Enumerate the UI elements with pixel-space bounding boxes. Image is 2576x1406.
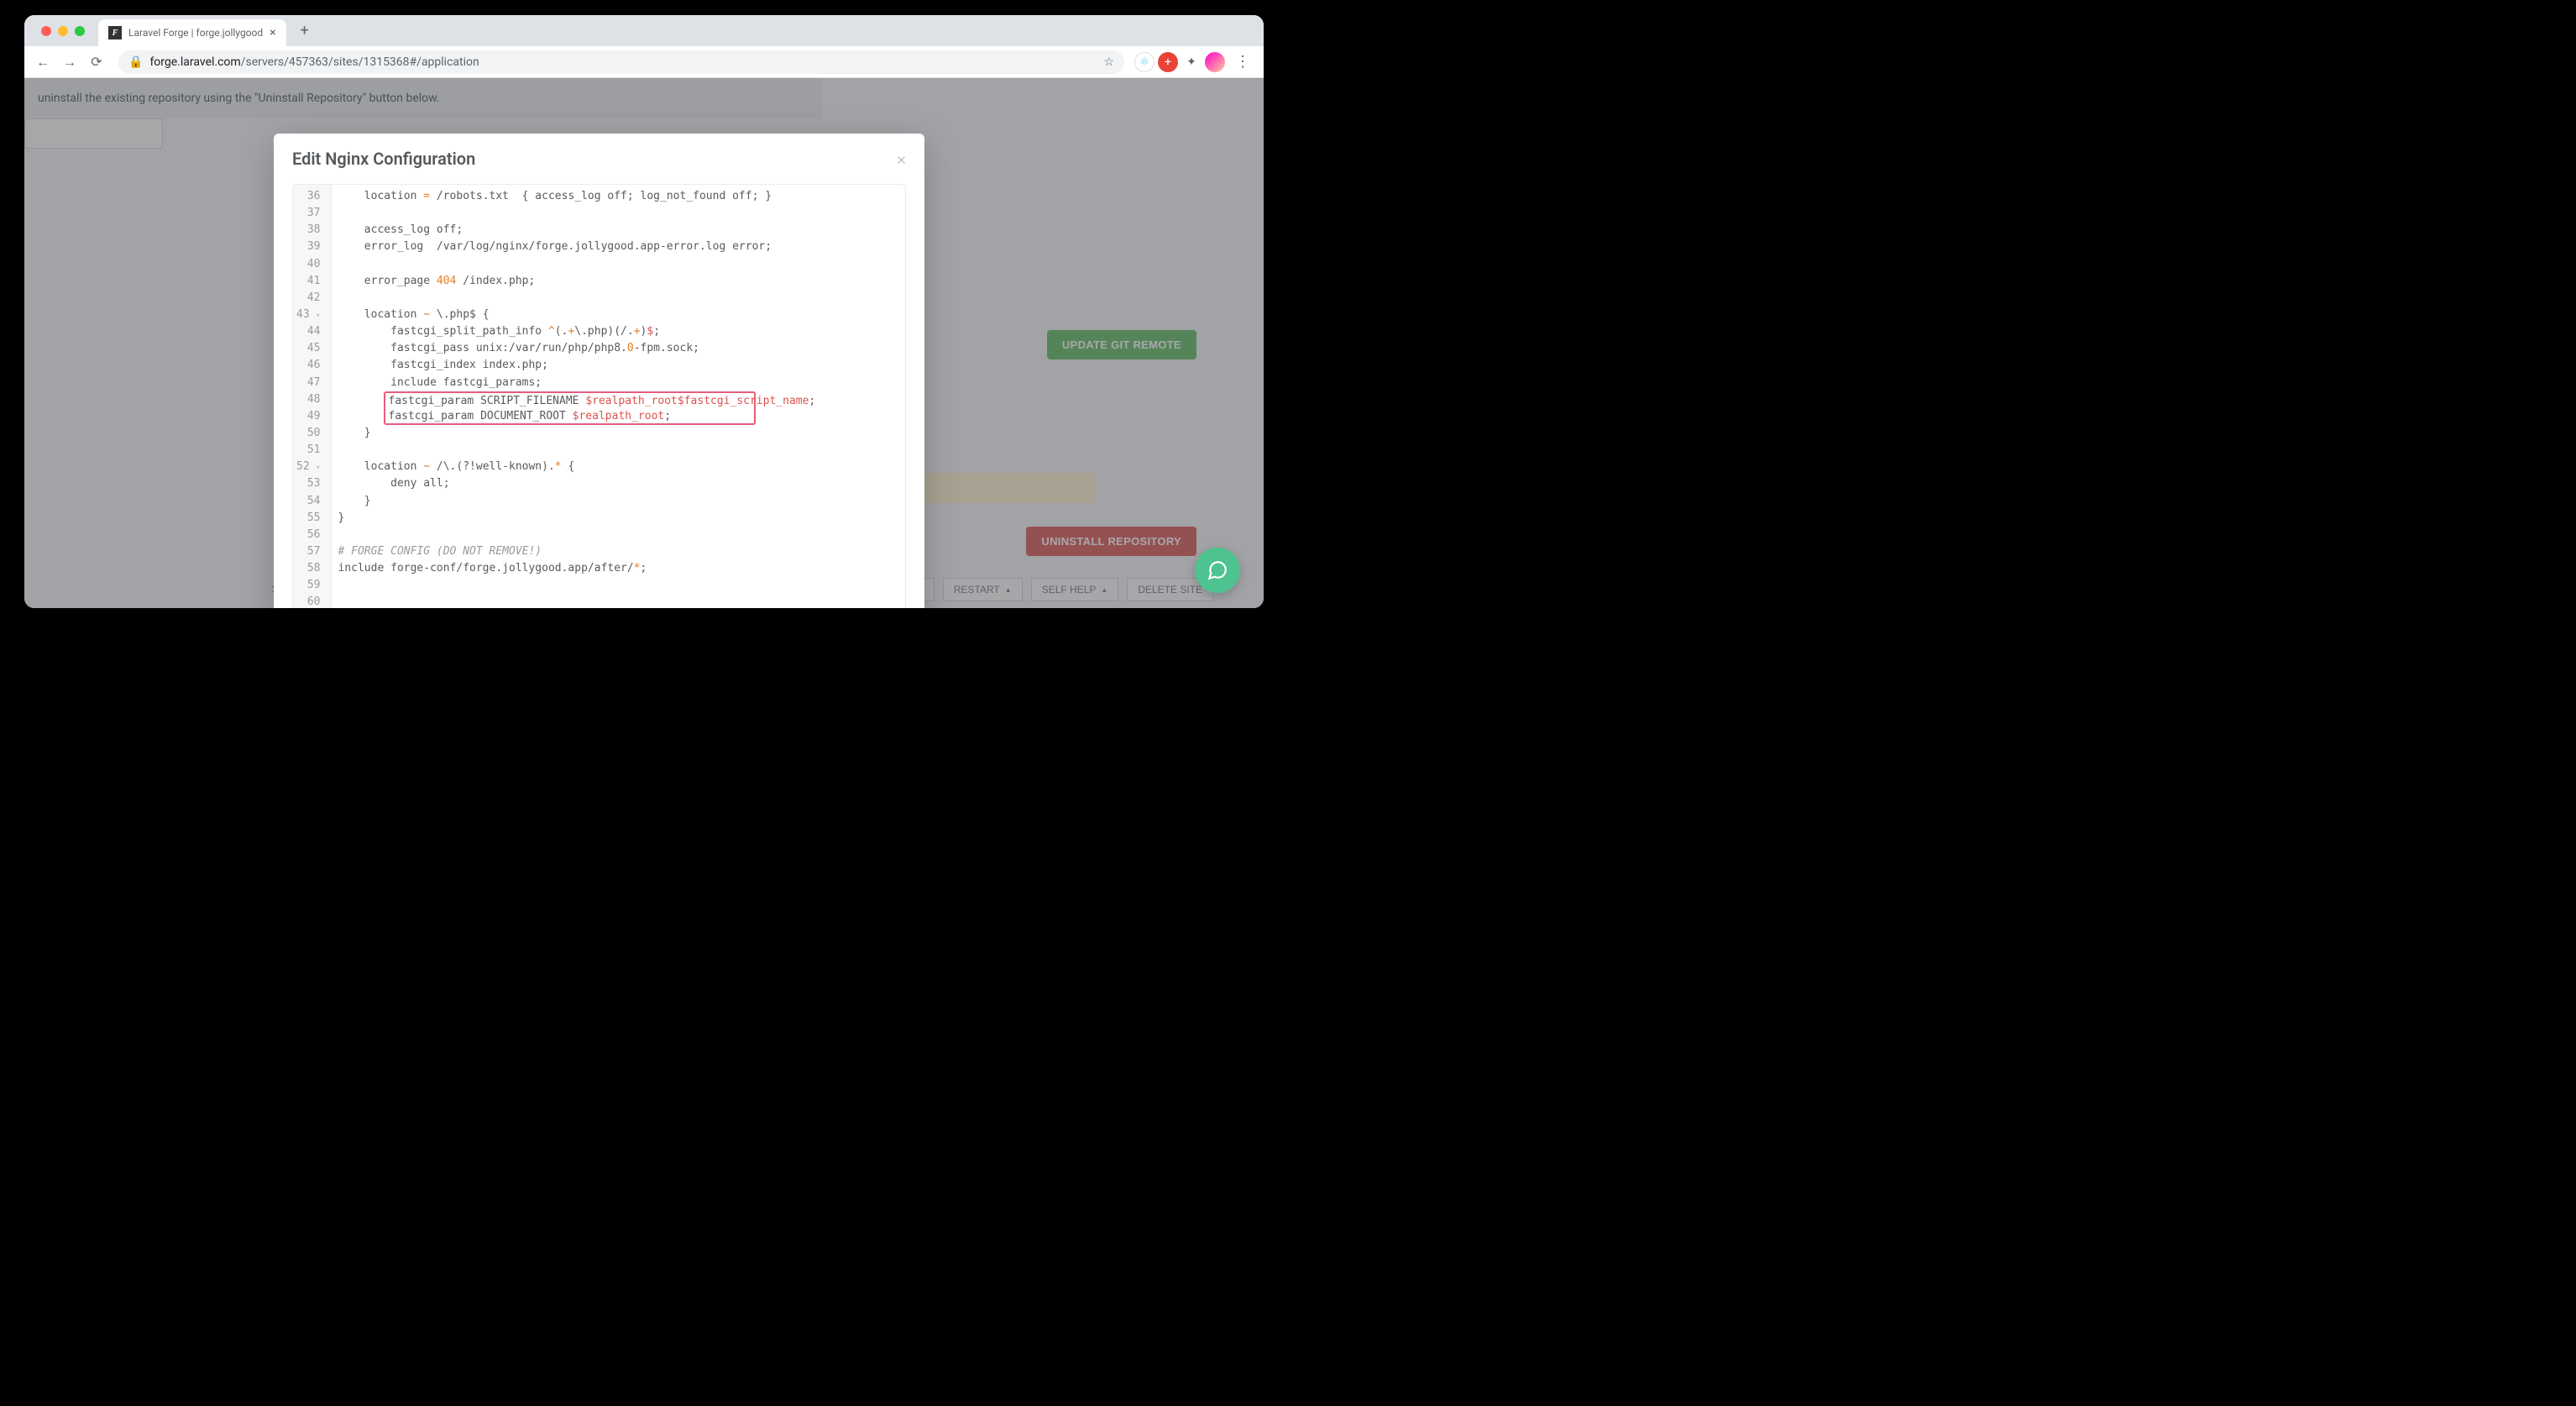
nav-reload-button[interactable]: ⟳ [85,50,108,74]
chat-icon [1207,559,1228,581]
line-number: 49 [296,408,324,425]
nav-forward-button[interactable]: → [58,50,81,74]
line-number: 55 [296,510,324,527]
url-host: forge.laravel.com [149,55,240,69]
code-line: fastcgi_pass unix:/var/run/php/php8.0-fp… [338,340,899,357]
tab-title: Laravel Forge | forge.jollygood [128,27,263,39]
browser-menu-icon[interactable]: ⋮ [1228,53,1257,71]
lock-icon: 🔒 [128,55,143,69]
tab-close-icon[interactable]: × [270,26,275,39]
nav-back-button[interactable]: ← [31,50,55,74]
line-number: 56 [296,527,324,543]
line-gutter: 3637383940414243 ▾444546474849505152 ▾53… [293,185,332,608]
window-controls [31,26,95,36]
browser-toolbar: ← → ⟳ 🔒 forge.laravel.com/servers/457363… [24,46,1264,78]
code-line: fastcgi_split_path_info ^(.+\.php)(/.+)$… [338,323,899,340]
line-number: 38 [296,222,324,239]
line-number: 52 ▾ [296,459,324,475]
code-line: location ~ /\.(?!well-known).* { [338,459,899,475]
extension-icon[interactable]: + [1158,52,1178,72]
window-maximize-icon[interactable] [75,26,85,36]
code-editor[interactable]: 3637383940414243 ▾444546474849505152 ▾53… [292,184,906,608]
code-line [338,594,899,608]
line-number: 60 [296,594,324,608]
code-line [338,256,899,273]
line-number: 53 [296,475,324,492]
line-number: 41 [296,273,324,290]
code-line: fastcgi_param SCRIPT_FILENAME $realpath_… [384,391,757,408]
modal-close-button[interactable]: × [898,149,906,169]
code-line [338,290,899,307]
code-line [338,442,899,459]
code-line: location = /robots.txt { access_log off;… [338,188,899,205]
code-line [338,205,899,222]
code-line: fastcgi_param DOCUMENT_ROOT $realpath_ro… [384,408,757,425]
line-number: 46 [296,357,324,374]
line-number: 59 [296,577,324,594]
line-number: 42 [296,290,324,307]
line-number: 48 [296,391,324,408]
page-content: uninstall the existing repository using … [24,78,1264,608]
code-line: deny all; [338,475,899,492]
tab-bar: F Laravel Forge | forge.jollygood × + [24,15,1264,46]
line-number: 57 [296,543,324,560]
edit-nginx-modal: Edit Nginx Configuration × 3637383940414… [274,134,924,608]
code-line: location ~ \.php$ { [338,307,899,323]
line-number: 58 [296,560,324,577]
line-number: 44 [296,323,324,340]
window-close-icon[interactable] [41,26,51,36]
line-number: 51 [296,442,324,459]
modal-title: Edit Nginx Configuration [292,149,475,169]
code-line: } [338,510,899,527]
line-number: 47 [296,375,324,391]
address-bar[interactable]: 🔒 forge.laravel.com/servers/457363/sites… [118,50,1124,74]
modal-header: Edit Nginx Configuration × [274,134,924,177]
line-number: 39 [296,239,324,255]
code-line: include fastcgi_params; [338,375,899,391]
code-line: error_page 404 /index.php; [338,273,899,290]
code-line [338,527,899,543]
code-line: access_log off; [338,222,899,239]
favicon-icon: F [108,26,122,39]
line-number: 50 [296,425,324,442]
code-line: # FORGE CONFIG (DO NOT REMOVE!) [338,543,899,560]
code-line: fastcgi_index index.php; [338,357,899,374]
bookmark-star-icon[interactable]: ☆ [1103,55,1114,69]
react-devtools-icon[interactable]: ⚛ [1134,52,1154,72]
help-chat-button[interactable] [1195,548,1240,593]
window-minimize-icon[interactable] [58,26,68,36]
code-line: } [338,425,899,442]
code-line [338,577,899,594]
line-number: 43 ▾ [296,307,324,323]
profile-avatar[interactable] [1205,52,1225,72]
line-number: 36 [296,188,324,205]
code-line: error_log /var/log/nginx/forge.jollygood… [338,239,899,255]
line-number: 45 [296,340,324,357]
browser-window: F Laravel Forge | forge.jollygood × + ← … [24,15,1264,608]
new-tab-button[interactable]: + [293,19,317,43]
code-line: } [338,493,899,510]
code-line: include forge-conf/forge.jollygood.app/a… [338,560,899,577]
line-number: 40 [296,256,324,273]
extensions-icon[interactable]: ✦ [1181,52,1202,72]
url-path: /servers/457363/sites/1315368#/applicati… [241,55,479,69]
browser-tab[interactable]: F Laravel Forge | forge.jollygood × [98,19,286,46]
line-number: 54 [296,493,324,510]
code-body[interactable]: location = /robots.txt { access_log off;… [332,185,906,608]
line-number: 37 [296,205,324,222]
